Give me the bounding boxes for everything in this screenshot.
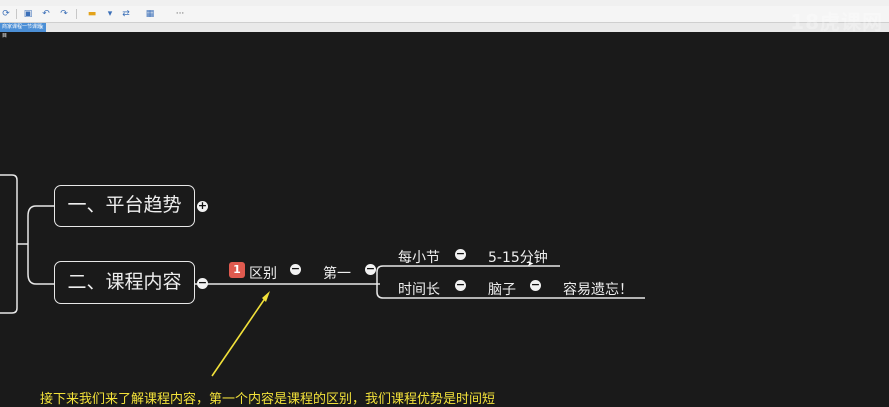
image-icon[interactable]: ▦ [144, 8, 156, 20]
redo-icon[interactable]: ↷ [58, 8, 70, 20]
collapse-icon[interactable]: − [455, 248, 466, 260]
topic-difference[interactable]: 区别 [249, 263, 277, 283]
topic-minutes[interactable]: 5-15分钟 [488, 247, 548, 267]
dropdown-icon[interactable]: ▾ [104, 8, 116, 20]
branch-label: 二、课程内容 [67, 271, 182, 293]
branch-label: 一、平台趋势 [67, 194, 182, 216]
topic-forget[interactable]: 容易遗忘！ [563, 279, 633, 299]
branch-platform-trend[interactable]: 一、平台趋势 [54, 185, 195, 227]
topic-short-time[interactable]: 时间长 [398, 279, 440, 299]
close-icon[interactable]: × [39, 23, 44, 32]
collapse-icon[interactable]: − [197, 277, 208, 289]
insert-topic-icon[interactable]: ▬ [86, 8, 98, 20]
toolbar-separator [76, 9, 77, 19]
mouse-cursor-icon: ➤ [527, 259, 534, 268]
mindmap-canvas[interactable]: 一、平台趋势 + 二、课程内容 − 1 区别 − 第一 − 每小节 − 5-15… [0, 32, 889, 400]
collapse-icon[interactable]: − [365, 263, 376, 275]
more-icon[interactable]: ··· [174, 8, 186, 20]
collapse-icon[interactable]: − [455, 279, 466, 291]
watermark-logo: 18虎课网 [790, 10, 883, 34]
video-subtitle: 接下来我们来了解课程内容，第一个内容是课程的区别，我们课程优势是时间短 [40, 392, 496, 407]
toolbar-separator [16, 9, 17, 19]
undo-icon[interactable]: ↶ [40, 8, 52, 20]
topic-first[interactable]: 第一 [323, 263, 351, 283]
link-icon[interactable]: ⇄ [120, 8, 132, 20]
collapse-icon[interactable]: − [290, 263, 301, 275]
save-icon[interactable]: ▣ [22, 8, 34, 20]
collapse-icon[interactable]: − [530, 279, 541, 291]
expand-icon[interactable]: + [197, 200, 208, 212]
tab-document[interactable]: 商家课程一节课题目 × [0, 23, 46, 39]
refresh-icon[interactable]: ⟳ [0, 8, 12, 20]
priority-badge: 1 [229, 262, 245, 278]
topic-per-section[interactable]: 每小节 [398, 247, 440, 267]
toolbar: ⟳ ▣ ↶ ↷ ▬ ▾ ⇄ ▦ ··· [0, 6, 889, 23]
branch-course-content[interactable]: 二、课程内容 [54, 261, 195, 304]
topic-brain[interactable]: 脑子 [488, 279, 516, 299]
tab-bar: 商家课程一节课题目 × [0, 23, 889, 39]
